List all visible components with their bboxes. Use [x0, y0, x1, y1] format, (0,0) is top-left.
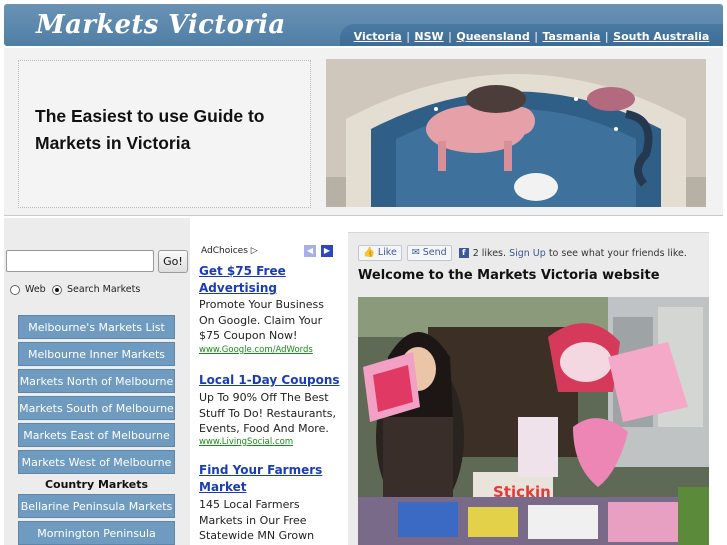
- menu-bellarine-peninsula[interactable]: Bellarine Peninsula Markets: [18, 494, 175, 518]
- ad-next-icon[interactable]: ▶: [321, 245, 333, 257]
- menu-mornington-peninsula[interactable]: Mornington Peninsula: [18, 521, 175, 545]
- radio-web[interactable]: Web: [10, 284, 46, 295]
- ad-body-1: Promote Your Business On Google. Claim Y…: [199, 298, 324, 342]
- radio-search-markets[interactable]: Search Markets: [52, 284, 140, 295]
- ad-prev-icon[interactable]: ◀: [304, 245, 316, 257]
- ad-title-2[interactable]: Local 1-Day Coupons: [199, 372, 341, 389]
- likes-count: 2 likes.: [472, 247, 507, 259]
- thumbs-up-icon: 👍: [363, 247, 375, 258]
- menu-melbournes-markets-list[interactable]: Melbourne's Markets List: [18, 315, 175, 339]
- send-icon: ✉: [411, 247, 420, 258]
- banner-photo-art: [326, 59, 706, 207]
- ad-body-3: 145 Local Farmers Markets in Our Free St…: [199, 498, 315, 542]
- fb-like-button[interactable]: 👍 Like: [358, 245, 402, 261]
- tagline-box: The Easiest to use Guide to Markets in V…: [18, 60, 311, 208]
- adchoices-icon: ▷: [250, 246, 258, 256]
- likes-text: 2 likes. Sign Up to see what your friend…: [473, 248, 687, 259]
- facebook-icon: f: [458, 248, 469, 258]
- menu-markets-south[interactable]: Markets South of Melbourne: [18, 396, 175, 420]
- menu-markets-north[interactable]: Markets North of Melbourne: [18, 369, 175, 393]
- fb-send-label: Send: [422, 247, 447, 258]
- nav-link-tasmania[interactable]: Tasmania: [542, 30, 600, 43]
- country-markets-heading: Country Markets: [44, 478, 149, 491]
- ad-body-2: Up To 90% Off The Best Stuff To Do! Rest…: [199, 391, 336, 435]
- adchoices-label: AdChoices: [201, 246, 248, 256]
- radio-search-markets-circle[interactable]: [52, 284, 62, 295]
- ad-title-1[interactable]: Get $75 Free Advertising: [199, 263, 341, 297]
- fb-send-button[interactable]: ✉ Send: [406, 245, 452, 261]
- main-content: 👍 Like ✉ Send f 2 likes. Sign Up to see …: [348, 232, 709, 545]
- search-input[interactable]: [6, 250, 154, 272]
- ad-column: AdChoices ▷ ◀ ▶ Get $75 Free Advertising…: [191, 218, 344, 545]
- radio-web-circle[interactable]: [10, 284, 20, 295]
- signup-suffix: to see what your friends like.: [548, 247, 687, 259]
- market-stall-photo-art: Stickin: [358, 297, 709, 545]
- welcome-heading: Welcome to the Markets Victoria website: [358, 268, 660, 283]
- ad-url-2[interactable]: www.LivingSocial.com: [199, 437, 293, 447]
- fb-like-label: Like: [377, 247, 397, 258]
- tagline: The Easiest to use Guide to Markets in V…: [35, 106, 265, 153]
- site-title[interactable]: Markets Victoria: [36, 10, 286, 40]
- nav-link-queensland[interactable]: Queensland: [456, 30, 529, 43]
- market-stall-photo: Stickin: [358, 297, 709, 545]
- facebook-like-bar: 👍 Like ✉ Send f 2 likes. Sign Up to see …: [358, 245, 687, 261]
- ad-url-1[interactable]: www.Google.com/AdWords: [199, 345, 313, 355]
- nav-link-nsw[interactable]: NSW: [414, 30, 443, 43]
- go-button[interactable]: Go!: [158, 250, 188, 273]
- state-nav: Victoria | NSW | Queensland | Tasmania |…: [340, 24, 723, 46]
- fb-signup-link[interactable]: Sign Up: [509, 248, 546, 259]
- radio-web-label: Web: [25, 284, 46, 295]
- menu-markets-east[interactable]: Markets East of Melbourne: [18, 423, 175, 447]
- site-header: Markets Victoria Victoria | NSW | Queens…: [4, 4, 723, 46]
- left-sidebar: Go! Web Search Markets Melbourne's Marke…: [4, 218, 190, 545]
- menu-markets-west[interactable]: Markets West of Melbourne: [18, 450, 175, 474]
- banner-photo: [326, 59, 706, 207]
- nav-link-south-australia[interactable]: South Australia: [613, 30, 709, 43]
- ad-title-3[interactable]: Find Your Farmers Market: [199, 462, 341, 496]
- menu-melbourne-inner-markets[interactable]: Melbourne Inner Markets: [18, 342, 175, 366]
- radio-search-markets-label: Search Markets: [67, 284, 141, 295]
- banner: The Easiest to use Guide to Markets in V…: [4, 48, 723, 216]
- adchoices[interactable]: AdChoices ▷: [201, 246, 258, 256]
- nav-link-victoria[interactable]: Victoria: [354, 30, 402, 43]
